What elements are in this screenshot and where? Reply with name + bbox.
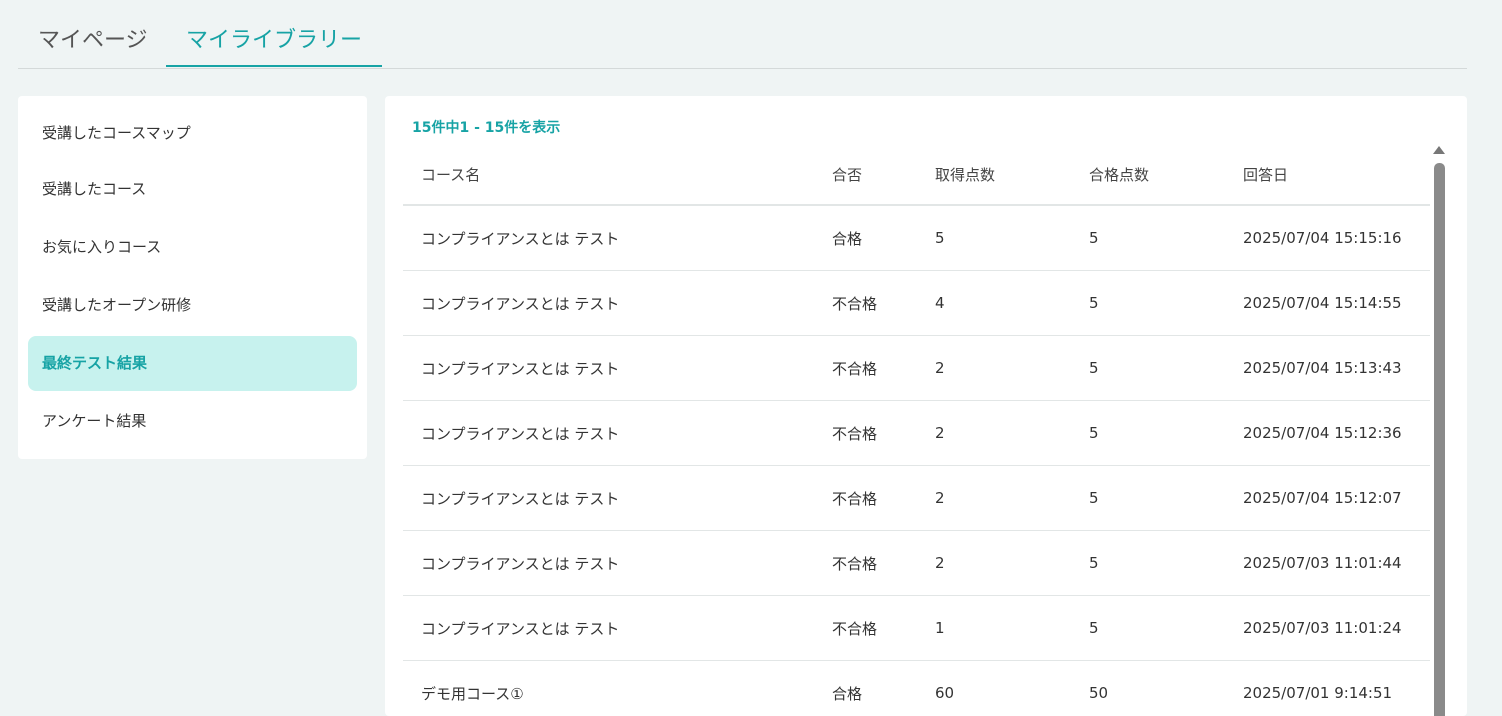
row-answer-date: 2025/07/04 15:12:36 [1243, 424, 1402, 442]
row-pass-fail: 不合格 [832, 424, 878, 443]
sidebar-item-courses[interactable]: 受講したコース [28, 162, 357, 217]
row-passing-score: 5 [1089, 294, 1099, 312]
row-course-name: コンプライアンスとは テスト [421, 424, 620, 443]
tab-mypage[interactable]: マイページ [18, 0, 166, 67]
row-pass-fail: 不合格 [832, 554, 878, 573]
row-answer-date: 2025/07/04 15:12:07 [1243, 489, 1402, 507]
table-row[interactable]: コンプライアンスとは テスト 不合格 2 5 2025/07/04 15:12:36 [403, 401, 1430, 466]
row-pass-fail: 合格 [832, 229, 863, 248]
row-pass-fail: 不合格 [832, 359, 878, 378]
row-course-name: コンプライアンスとは テスト [421, 229, 620, 248]
row-score: 4 [935, 294, 945, 312]
results-table: コース名 合否 取得点数 合格点数 回答日 コンプライアンスとは テスト 合格 5 5… [403, 144, 1430, 716]
column-header-passing-score[interactable]: 合格点数 [1089, 144, 1149, 204]
row-answer-date: 2025/07/03 11:01:44 [1243, 554, 1402, 572]
table-row[interactable]: コンプライアンスとは テスト 不合格 2 5 2025/07/04 15:12:07 [403, 466, 1430, 531]
row-passing-score: 5 [1089, 554, 1099, 572]
sidebar: 受講したコースマップ 受講したコース お気に入りコース 受講したオープン研修 最… [18, 96, 367, 459]
table-row[interactable]: コンプライアンスとは テスト 不合格 1 5 2025/07/03 11:01:24 [403, 596, 1430, 661]
table-row[interactable]: コンプライアンスとは テスト 合格 5 5 2025/07/04 15:15:16 [403, 206, 1430, 271]
table-header: コース名 合否 取得点数 合格点数 回答日 [403, 144, 1430, 206]
sidebar-item-survey-results[interactable]: アンケート結果 [28, 394, 357, 449]
row-passing-score: 5 [1089, 359, 1099, 377]
row-pass-fail: 不合格 [832, 294, 878, 313]
row-course-name: コンプライアンスとは テスト [421, 489, 620, 508]
row-course-name: コンプライアンスとは テスト [421, 619, 620, 638]
table-row[interactable]: デモ用コース① 合格 60 50 2025/07/01 9:14:51 [403, 661, 1430, 716]
row-score: 5 [935, 229, 945, 247]
column-header-answer-date[interactable]: 回答日 [1243, 144, 1288, 204]
row-course-name: コンプライアンスとは テスト [421, 294, 620, 313]
sidebar-item-final-test-results[interactable]: 最終テスト結果 [28, 336, 357, 391]
row-passing-score: 5 [1089, 619, 1099, 637]
row-answer-date: 2025/07/04 15:13:43 [1243, 359, 1402, 377]
scroll-up-arrow-icon[interactable] [1433, 146, 1445, 154]
row-course-name: コンプライアンスとは テスト [421, 359, 620, 378]
result-count: 15件中1 - 15件を表示 [412, 120, 561, 136]
table-row[interactable]: コンプライアンスとは テスト 不合格 2 5 2025/07/04 15:13:43 [403, 336, 1430, 401]
row-answer-date: 2025/07/03 11:01:24 [1243, 619, 1402, 637]
table-row[interactable]: コンプライアンスとは テスト 不合格 4 5 2025/07/04 15:14:55 [403, 271, 1430, 336]
row-pass-fail: 不合格 [832, 619, 878, 638]
column-header-pass-fail[interactable]: 合否 [832, 144, 862, 204]
table-row[interactable]: コンプライアンスとは テスト 不合格 2 5 2025/07/03 11:01:44 [403, 531, 1430, 596]
row-course-name: デモ用コース① [421, 684, 524, 703]
row-score: 60 [935, 684, 955, 702]
row-passing-score: 50 [1089, 684, 1109, 702]
row-course-name: コンプライアンスとは テスト [421, 554, 620, 573]
row-score: 1 [935, 619, 945, 637]
row-answer-date: 2025/07/04 15:15:16 [1243, 229, 1402, 247]
row-passing-score: 5 [1089, 229, 1099, 247]
row-score: 2 [935, 424, 945, 442]
row-passing-score: 5 [1089, 424, 1099, 442]
row-answer-date: 2025/07/01 9:14:51 [1243, 684, 1393, 702]
row-answer-date: 2025/07/04 15:14:55 [1243, 294, 1402, 312]
sidebar-item-favorites[interactable]: お気に入りコース [28, 220, 357, 275]
row-score: 2 [935, 489, 945, 507]
row-passing-score: 5 [1089, 489, 1099, 507]
row-pass-fail: 不合格 [832, 489, 878, 508]
row-score: 2 [935, 554, 945, 572]
sidebar-item-course-map[interactable]: 受講したコースマップ [28, 106, 357, 161]
scrollbar-thumb[interactable] [1434, 163, 1445, 716]
column-header-course-name[interactable]: コース名 [421, 144, 480, 204]
row-pass-fail: 合格 [832, 684, 863, 703]
top-tabs: マイページ マイライブラリー [18, 0, 1467, 69]
row-score: 2 [935, 359, 945, 377]
results-panel: 15件中1 - 15件を表示 コース名 合否 取得点数 合格点数 回答日 コンプ… [385, 96, 1467, 716]
sidebar-item-open-training[interactable]: 受講したオープン研修 [28, 278, 357, 333]
column-header-score[interactable]: 取得点数 [935, 144, 995, 204]
tab-mylibrary[interactable]: マイライブラリー [166, 0, 382, 67]
